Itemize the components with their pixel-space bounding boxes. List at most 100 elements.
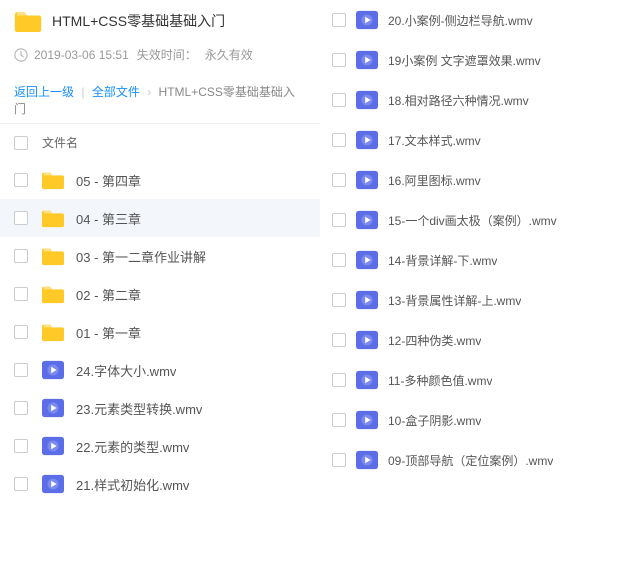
file-name: 16.阿里图标.wmv xyxy=(388,172,481,189)
left-file-list: 05 - 第四章 04 - 第三章 03 - 第一二章作业讲解 02 - 第二章 01 … xyxy=(0,161,320,503)
file-name: 14-背景详解-下.wmv xyxy=(388,252,497,269)
list-item[interactable]: 18.相对路径六种情况.wmv xyxy=(320,80,622,120)
row-checkbox[interactable] xyxy=(14,401,28,415)
list-item[interactable]: 22.元素的类型.wmv xyxy=(0,427,320,465)
row-checkbox[interactable] xyxy=(14,249,28,263)
breadcrumb: 返回上一级 | 全部文件 › HTML+CSS零基础基础入门 xyxy=(0,73,320,124)
row-checkbox[interactable] xyxy=(332,293,346,307)
row-checkbox[interactable] xyxy=(332,133,346,147)
row-checkbox[interactable] xyxy=(14,439,28,453)
folder-icon xyxy=(42,322,64,342)
file-name: 10-盒子阴影.wmv xyxy=(388,412,481,429)
file-name: 22.元素的类型.wmv xyxy=(76,437,189,456)
row-checkbox[interactable] xyxy=(332,13,346,27)
folder-date: 2019-03-06 15:51 xyxy=(34,48,129,62)
video-icon xyxy=(42,360,64,380)
file-name: 20.小案例-侧边栏导航.wmv xyxy=(388,12,533,29)
folder-meta: 2019-03-06 15:51 失效时间： 永久有效 xyxy=(0,40,320,73)
list-item[interactable]: 04 - 第三章 xyxy=(0,199,320,237)
video-icon xyxy=(356,210,378,230)
video-icon xyxy=(356,90,378,110)
breadcrumb-sep: | xyxy=(81,85,84,99)
file-name: 03 - 第一二章作业讲解 xyxy=(76,247,206,266)
folder-icon xyxy=(42,284,64,304)
list-item[interactable]: 20.小案例-侧边栏导航.wmv xyxy=(320,0,622,40)
row-checkbox[interactable] xyxy=(332,373,346,387)
file-name: 15-一个div画太极（案例）.wmv xyxy=(388,212,557,229)
file-name: 02 - 第二章 xyxy=(76,285,141,304)
list-item[interactable]: 05 - 第四章 xyxy=(0,161,320,199)
list-item[interactable]: 10-盒子阴影.wmv xyxy=(320,400,622,440)
breadcrumb-arrow-icon: › xyxy=(147,85,151,99)
folder-icon xyxy=(14,10,42,32)
list-item[interactable]: 17.文本样式.wmv xyxy=(320,120,622,160)
file-name: 17.文本样式.wmv xyxy=(388,132,481,149)
breadcrumb-back[interactable]: 返回上一级 xyxy=(14,85,74,99)
video-icon xyxy=(356,130,378,150)
file-name: 01 - 第一章 xyxy=(76,323,141,342)
row-checkbox[interactable] xyxy=(332,173,346,187)
video-icon xyxy=(356,370,378,390)
file-name: 23.元素类型转换.wmv xyxy=(76,399,202,418)
list-item[interactable]: 02 - 第二章 xyxy=(0,275,320,313)
page-title: HTML+CSS零基础基础入门 xyxy=(52,11,225,31)
list-item[interactable]: 03 - 第一二章作业讲解 xyxy=(0,237,320,275)
video-icon xyxy=(42,398,64,418)
row-checkbox[interactable] xyxy=(14,287,28,301)
list-item[interactable]: 13-背景属性详解-上.wmv xyxy=(320,280,622,320)
list-item[interactable]: 19小案例 文字遮罩效果.wmv xyxy=(320,40,622,80)
list-item[interactable]: 01 - 第一章 xyxy=(0,313,320,351)
row-checkbox[interactable] xyxy=(14,211,28,225)
video-icon xyxy=(356,170,378,190)
row-checkbox[interactable] xyxy=(332,453,346,467)
list-item[interactable]: 11-多种颜色值.wmv xyxy=(320,360,622,400)
video-icon xyxy=(356,330,378,350)
file-name: 19小案例 文字遮罩效果.wmv xyxy=(388,52,541,69)
file-name: 13-背景属性详解-上.wmv xyxy=(388,292,521,309)
row-checkbox[interactable] xyxy=(332,253,346,267)
list-item[interactable]: 16.阿里图标.wmv xyxy=(320,160,622,200)
list-item[interactable]: 21.样式初始化.wmv xyxy=(0,465,320,503)
video-icon xyxy=(42,474,64,494)
breadcrumb-all[interactable]: 全部文件 xyxy=(92,85,140,99)
file-name: 24.字体大小.wmv xyxy=(76,361,176,380)
folder-icon xyxy=(42,208,64,228)
clock-icon xyxy=(14,48,28,62)
row-checkbox[interactable] xyxy=(14,363,28,377)
right-file-list: 20.小案例-侧边栏导航.wmv 19小案例 文字遮罩效果.wmv 18.相对路径六… xyxy=(320,0,622,480)
row-checkbox[interactable] xyxy=(14,173,28,187)
folder-header: HTML+CSS零基础基础入门 xyxy=(0,0,320,40)
video-icon xyxy=(356,290,378,310)
file-name: 04 - 第三章 xyxy=(76,209,141,228)
video-icon xyxy=(356,410,378,430)
select-all-checkbox[interactable] xyxy=(14,136,28,150)
video-icon xyxy=(356,250,378,270)
column-name: 文件名 xyxy=(42,134,78,151)
row-checkbox[interactable] xyxy=(332,93,346,107)
folder-icon xyxy=(42,170,64,190)
row-checkbox[interactable] xyxy=(332,333,346,347)
list-item[interactable]: 15-一个div画太极（案例）.wmv xyxy=(320,200,622,240)
file-name: 21.样式初始化.wmv xyxy=(76,475,189,494)
list-item[interactable]: 09-顶部导航（定位案例）.wmv xyxy=(320,440,622,480)
row-checkbox[interactable] xyxy=(332,213,346,227)
file-name: 09-顶部导航（定位案例）.wmv xyxy=(388,452,553,469)
list-item[interactable]: 23.元素类型转换.wmv xyxy=(0,389,320,427)
file-name: 18.相对路径六种情况.wmv xyxy=(388,92,529,109)
row-checkbox[interactable] xyxy=(14,477,28,491)
row-checkbox[interactable] xyxy=(332,53,346,67)
row-checkbox[interactable] xyxy=(14,325,28,339)
expire-label: 失效时间： xyxy=(137,46,197,63)
expire-value: 永久有效 xyxy=(205,46,253,63)
list-header: 文件名 xyxy=(0,124,320,161)
row-checkbox[interactable] xyxy=(332,413,346,427)
video-icon xyxy=(356,10,378,30)
video-icon xyxy=(356,450,378,470)
list-item[interactable]: 12-四种伪类.wmv xyxy=(320,320,622,360)
list-item[interactable]: 14-背景详解-下.wmv xyxy=(320,240,622,280)
video-icon xyxy=(42,436,64,456)
video-icon xyxy=(356,50,378,70)
list-item[interactable]: 24.字体大小.wmv xyxy=(0,351,320,389)
file-name: 12-四种伪类.wmv xyxy=(388,332,481,349)
file-name: 11-多种颜色值.wmv xyxy=(388,372,492,389)
